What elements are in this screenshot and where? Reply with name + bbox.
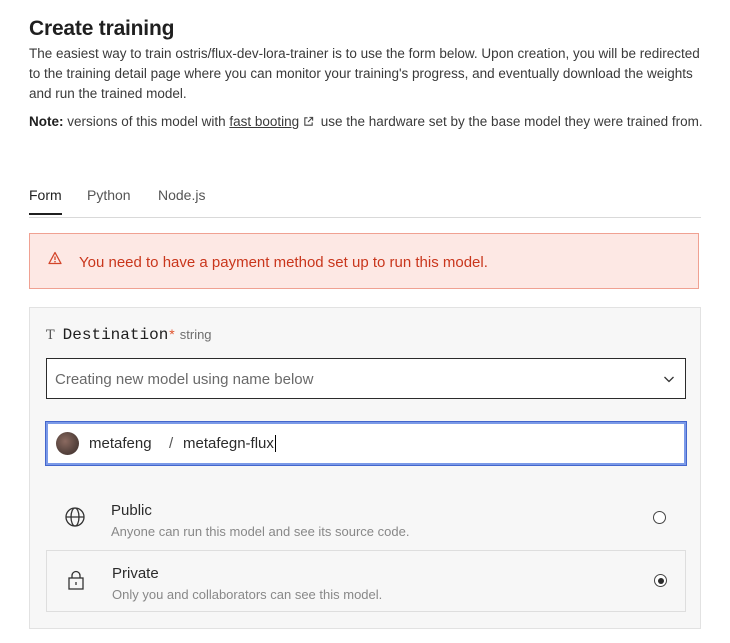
visibility-option-private[interactable]: Private Only you and collaborators can s… — [46, 550, 686, 612]
public-radio[interactable] — [653, 511, 666, 524]
private-title: Private — [112, 565, 159, 582]
public-title: Public — [111, 502, 152, 519]
payment-alert: You need to have a payment method set up… — [29, 233, 699, 289]
fast-booting-link[interactable]: fast booting — [229, 114, 299, 129]
warning-icon — [48, 251, 62, 265]
tab-form[interactable]: Form — [29, 187, 62, 215]
note-post: use the hardware set by the base model t… — [320, 114, 703, 129]
avatar — [56, 432, 79, 455]
visibility-option-public[interactable]: Public Anyone can run this model and see… — [46, 488, 686, 550]
external-link-icon — [304, 116, 314, 126]
destination-select-value: Creating new model using name below — [55, 371, 314, 388]
destination-panel: T Destination * string Creating new mode… — [29, 307, 701, 629]
tab-bar: Form Python Node.js — [29, 184, 701, 218]
model-name-value[interactable]: metafegn-flux — [183, 435, 276, 452]
tab-python[interactable]: Python — [87, 187, 131, 213]
owner-name: metafeng — [89, 435, 152, 452]
note-text: Note: versions of this model with fast b… — [29, 112, 709, 132]
model-name-input[interactable]: metafeng / metafegn-flux — [45, 421, 687, 466]
alert-message: You need to have a payment method set up… — [79, 254, 488, 271]
text-type-icon: T — [46, 328, 55, 343]
page-description: The easiest way to train ostris/flux-dev… — [29, 46, 700, 101]
tab-nodejs[interactable]: Node.js — [158, 187, 205, 213]
required-mark: * — [169, 326, 175, 342]
lock-icon — [68, 570, 84, 590]
destination-label: T Destination * string — [46, 326, 212, 344]
owner-separator: / — [169, 435, 174, 452]
destination-select[interactable]: Creating new model using name below — [46, 358, 686, 399]
public-description: Anyone can run this model and see its so… — [111, 524, 410, 539]
page-title: Create training — [29, 17, 175, 40]
field-type: string — [179, 327, 212, 342]
note-pre: versions of this model with — [67, 114, 226, 129]
globe-icon — [65, 507, 85, 527]
chevron-down-icon — [664, 376, 674, 383]
private-description: Only you and collaborators can see this … — [112, 587, 383, 602]
note-label: Note: — [29, 114, 64, 129]
private-radio[interactable] — [654, 574, 667, 587]
field-name: Destination — [62, 326, 169, 344]
